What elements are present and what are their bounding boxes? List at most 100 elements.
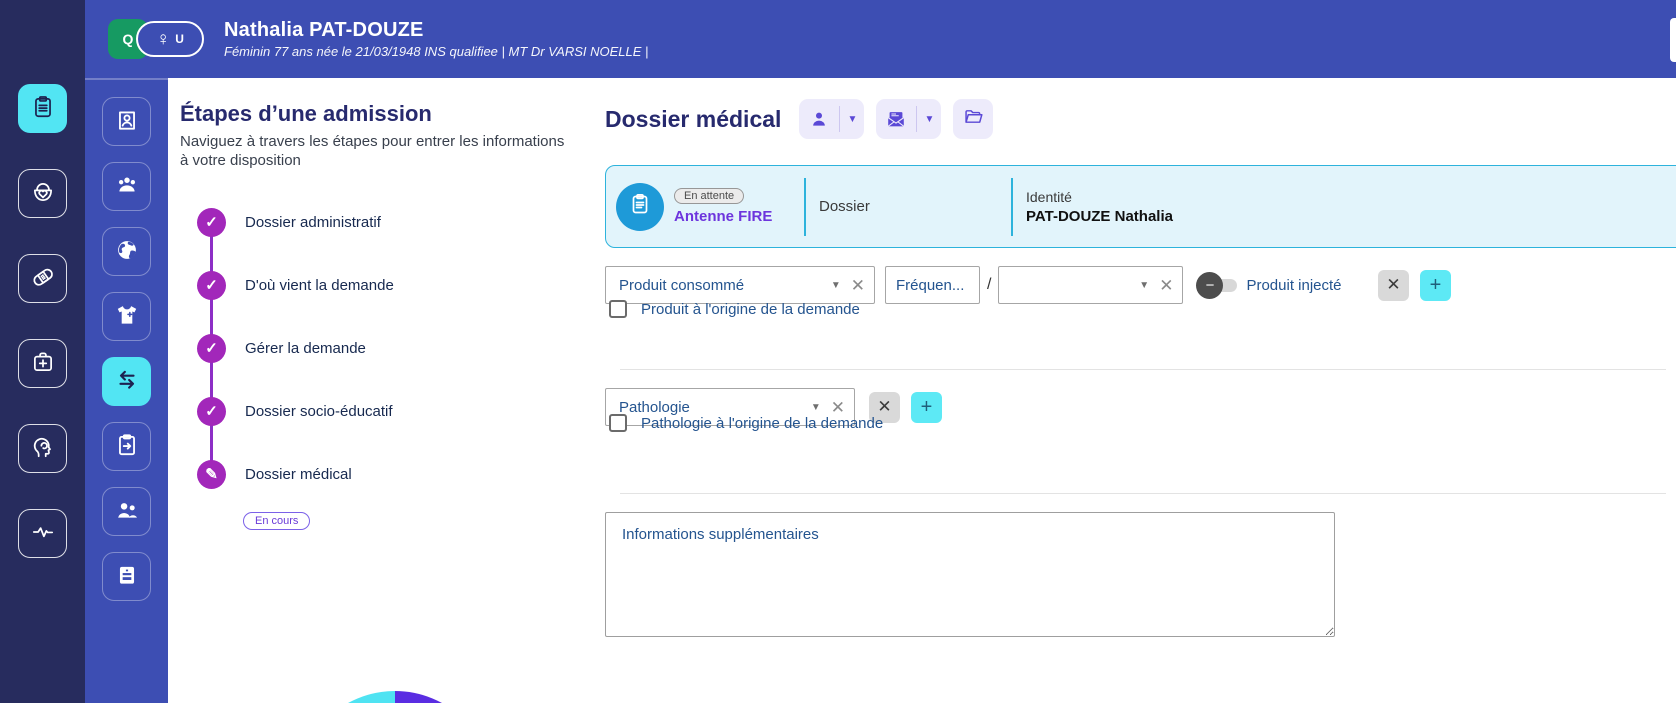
step-done-dot: ✓: [197, 334, 226, 363]
check-icon: ✓: [205, 277, 218, 294]
patient-info: Nathalia PAT-DOUZE Féminin 77 ans née le…: [224, 19, 648, 59]
notes-card-icon: [114, 562, 140, 591]
clipboard-icon: [30, 94, 56, 123]
page-title: Dossier médical: [605, 105, 782, 132]
bandage-icon: [30, 264, 56, 293]
folder-open-icon: [963, 106, 984, 132]
section-divider: [620, 369, 1666, 370]
status-badge-en-attente: En attente: [674, 188, 745, 204]
section-divider: [620, 493, 1666, 494]
minus-icon: −: [1205, 276, 1215, 294]
pathology-origin-row: Pathologie à l'origine de la demande: [609, 414, 883, 432]
sidebar-item-wounds[interactable]: [18, 254, 67, 303]
vitals-pulse-icon: [30, 519, 56, 548]
product-row: Produit consommé ▼ ✕ / ▼ ✕ − Produit inj…: [605, 265, 1451, 305]
female-icon: ♀: [156, 28, 171, 50]
step-gerer-demande[interactable]: ✓ Gérer la demande: [197, 334, 366, 363]
secondary-sidebar: [85, 78, 168, 703]
step-done-dot: ✓: [197, 208, 226, 237]
sidebar-item-contacts[interactable]: [102, 487, 151, 536]
injected-toggle-label: Produit injecté: [1246, 276, 1342, 294]
product-origin-row: Produit à l'origine de la demande: [609, 300, 860, 318]
mail-actions-button[interactable]: ▼: [876, 99, 942, 139]
step-current-dot: ✎: [197, 460, 226, 489]
pie-decoration: [297, 691, 493, 703]
mental-health-head-icon: [30, 434, 56, 463]
dossier-banner: En attente Antenne FIRE Dossier Identité…: [605, 165, 1676, 248]
person-icon: [799, 109, 839, 129]
stepper-subtitle: Naviguez à travers les étapes pour entre…: [180, 133, 565, 169]
step-label[interactable]: D'où vient la demande: [245, 277, 394, 294]
chevron-down-icon[interactable]: ▼: [811, 402, 821, 413]
step-origine-demande[interactable]: ✓ D'où vient la demande: [197, 271, 394, 300]
sidebar-item-referral[interactable]: [102, 422, 151, 471]
dossier-type-icon-circle: [616, 182, 664, 231]
sidebar-item-admissions[interactable]: [18, 84, 67, 133]
patient-actions-button[interactable]: ▼: [799, 99, 865, 139]
sidebar-item-clothing[interactable]: [102, 292, 151, 341]
frequency-input[interactable]: [885, 266, 980, 304]
clipboard-icon: [628, 192, 652, 221]
step-label[interactable]: Dossier médical: [245, 466, 352, 483]
add-pathology-row-button[interactable]: +: [911, 391, 942, 423]
check-icon: ✓: [205, 340, 218, 357]
identity-label: Identité: [1026, 188, 1072, 205]
globe-icon: [114, 237, 140, 266]
chevron-down-icon[interactable]: ▼: [831, 280, 841, 291]
chevron-down-icon[interactable]: ▼: [840, 114, 864, 125]
plus-icon: +: [920, 395, 933, 418]
chevron-down-icon[interactable]: ▼: [917, 114, 941, 125]
clear-icon[interactable]: ✕: [1159, 277, 1173, 294]
step-label[interactable]: Gérer la demande: [245, 340, 366, 357]
pathology-origin-checkbox[interactable]: [609, 414, 627, 432]
sidebar-item-care-basket[interactable]: [18, 169, 67, 218]
patient-header: Q ♀ U Nathalia PAT-DOUZE Féminin 77 ans …: [85, 0, 1676, 78]
status-badge-en-cours: En cours: [243, 512, 311, 530]
clear-icon[interactable]: ✕: [851, 277, 865, 294]
pathology-select-value: Pathologie: [619, 398, 690, 416]
clear-icon[interactable]: ✕: [831, 399, 845, 416]
toggle-knob-off[interactable]: −: [1196, 271, 1224, 299]
care-basket-heart-icon: [30, 179, 56, 208]
sidebar-item-notes[interactable]: [102, 552, 151, 601]
medical-bag-plus-icon: [30, 349, 56, 378]
sidebar-item-vitals[interactable]: [18, 509, 67, 558]
check-icon: ✓: [205, 214, 218, 231]
banner-dossier-label: Dossier: [819, 198, 870, 215]
chevron-down-icon[interactable]: ▼: [1139, 280, 1149, 291]
sidebar-item-admission-steps[interactable]: [102, 357, 151, 406]
sidebar-item-identity[interactable]: [102, 97, 151, 146]
structure-link[interactable]: Antenne FIRE: [674, 208, 804, 225]
pencil-icon: ✎: [205, 466, 218, 483]
product-select[interactable]: Produit consommé ▼ ✕: [605, 266, 875, 304]
product-origin-label[interactable]: Produit à l'origine de la demande: [641, 301, 860, 318]
separator-slash: /: [987, 276, 992, 293]
stepper-title: Étapes d’une admission: [180, 101, 432, 126]
sidebar-item-entourage[interactable]: [102, 162, 151, 211]
patient-badge: Q ♀ U: [108, 19, 208, 59]
step-dossier-medical[interactable]: ✎ Dossier médical: [197, 460, 352, 489]
additional-info-textarea[interactable]: [605, 512, 1335, 637]
step-done-dot: ✓: [197, 271, 226, 300]
gender-pill: ♀ U: [136, 21, 204, 57]
step-label[interactable]: Dossier administratif: [245, 214, 381, 231]
add-product-row-button[interactable]: +: [1420, 269, 1451, 301]
step-dossier-socio-educatif[interactable]: ✓ Dossier socio-éducatif: [197, 397, 393, 426]
two-people-icon: [114, 497, 140, 526]
sidebar-item-medical[interactable]: [18, 339, 67, 388]
step-done-dot: ✓: [197, 397, 226, 426]
pathology-origin-label[interactable]: Pathologie à l'origine de la demande: [641, 415, 883, 432]
folder-button[interactable]: [953, 99, 994, 139]
sidebar-item-origin[interactable]: [102, 227, 151, 276]
patient-name: Nathalia PAT-DOUZE: [224, 19, 424, 41]
plus-icon: +: [1429, 273, 1442, 296]
step-label[interactable]: Dossier socio-éducatif: [245, 403, 393, 420]
close-icon: ✕: [1386, 275, 1401, 294]
remove-product-row-button[interactable]: ✕: [1378, 269, 1409, 301]
sidebar-item-mental-health[interactable]: [18, 424, 67, 473]
injected-toggle[interactable]: −: [1196, 271, 1238, 299]
step-dossier-administratif[interactable]: ✓ Dossier administratif: [197, 208, 381, 237]
product-origin-checkbox[interactable]: [609, 300, 627, 318]
frequency-unit-select[interactable]: ▼ ✕: [998, 266, 1184, 304]
scrollbar-thumb[interactable]: [1670, 18, 1676, 62]
